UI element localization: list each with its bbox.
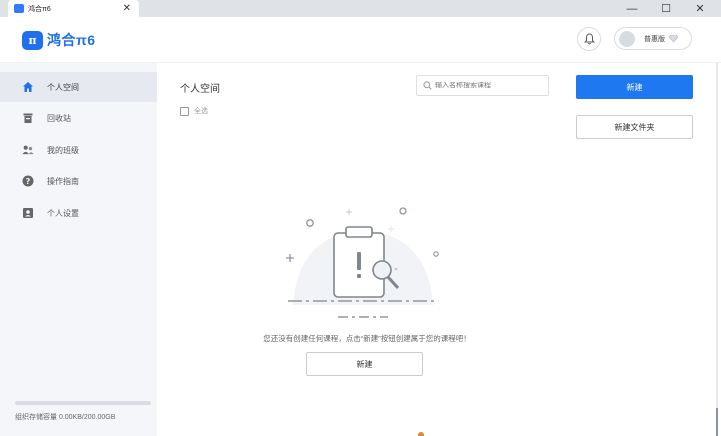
search-input[interactable] bbox=[435, 82, 545, 89]
app-icon bbox=[14, 4, 24, 13]
app-logo: π 鸿合π6 bbox=[22, 30, 96, 50]
new-folder-button[interactable]: 新建文件夹 bbox=[576, 115, 693, 139]
minimize-button[interactable]: — bbox=[615, 0, 649, 17]
search-icon bbox=[423, 81, 432, 90]
storage-capacity-text: 组织存储容量 0.00KB/200.00GB bbox=[15, 414, 116, 421]
sidebar-item-personal-space[interactable]: 个人空间 bbox=[0, 72, 157, 102]
avatar bbox=[619, 30, 635, 47]
empty-state-clipboard-illustration bbox=[286, 207, 439, 318]
scrollbar-thumb[interactable] bbox=[716, 408, 718, 436]
select-all[interactable]: 全选 bbox=[180, 106, 208, 116]
sidebar-item-recycle-bin[interactable]: 回收站 bbox=[0, 103, 157, 133]
svg-text:?: ? bbox=[26, 177, 31, 186]
sidebar-item-my-classes[interactable]: 我的班级 bbox=[0, 135, 157, 165]
partial-figure-icon bbox=[418, 432, 424, 436]
edition-label: 普惠版 bbox=[644, 35, 665, 43]
new-button[interactable]: 新建 bbox=[576, 75, 693, 99]
window-controls: — ☐ ✕ bbox=[615, 0, 717, 17]
sidebar-item-label: 操作指南 bbox=[47, 176, 79, 186]
home-icon bbox=[22, 81, 34, 93]
sidebar-item-settings[interactable]: 个人设置 bbox=[0, 198, 157, 228]
select-all-checkbox[interactable] bbox=[180, 106, 189, 116]
sidebar-item-label: 我的班级 bbox=[47, 145, 79, 155]
select-all-label: 全选 bbox=[194, 108, 208, 115]
maximize-button[interactable]: ☐ bbox=[649, 0, 683, 17]
course-search[interactable] bbox=[416, 75, 549, 96]
tab-close-icon[interactable]: ✕ bbox=[123, 1, 131, 16]
sidebar-item-guide[interactable]: ? 操作指南 bbox=[0, 166, 157, 196]
page-title: 个人空间 bbox=[180, 84, 220, 95]
help-icon: ? bbox=[22, 175, 34, 187]
storage-progress-bar bbox=[15, 401, 151, 405]
user-menu[interactable]: 普惠版 bbox=[614, 27, 692, 50]
sidebar-item-label: 个人设置 bbox=[47, 208, 79, 218]
close-button[interactable]: ✕ bbox=[683, 0, 717, 17]
app-header: π 鸿合π6 普惠版 bbox=[0, 17, 721, 63]
app-tab[interactable]: 鸿合π6 ✕ bbox=[8, 0, 139, 17]
sidebar-item-label: 个人空间 bbox=[47, 82, 79, 92]
tab-title: 鸿合π6 bbox=[28, 5, 51, 13]
class-group-icon bbox=[22, 144, 34, 156]
trash-icon bbox=[22, 112, 34, 124]
window-titlebar: 鸿合π6 ✕ — ☐ ✕ bbox=[0, 0, 721, 17]
empty-state-message: 您还没有创建任何课程，点击“新建”按钮创建属于您的课程吧！ bbox=[263, 334, 471, 343]
diamond-icon bbox=[669, 35, 678, 42]
logo-badge: π bbox=[22, 30, 43, 50]
empty-state-new-button[interactable]: 新建 bbox=[306, 352, 423, 376]
profile-card-icon bbox=[22, 207, 34, 219]
sidebar-item-label: 回收站 bbox=[47, 113, 71, 123]
scrollbar-track[interactable] bbox=[716, 63, 718, 408]
notification-bell-icon[interactable] bbox=[577, 27, 601, 51]
sidebar: 个人空间 回收站 我的班级 ? 操作指南 个人设置 组织存储容量 0.00KB/… bbox=[0, 63, 157, 436]
logo-text: 鸿合π6 bbox=[47, 32, 96, 48]
